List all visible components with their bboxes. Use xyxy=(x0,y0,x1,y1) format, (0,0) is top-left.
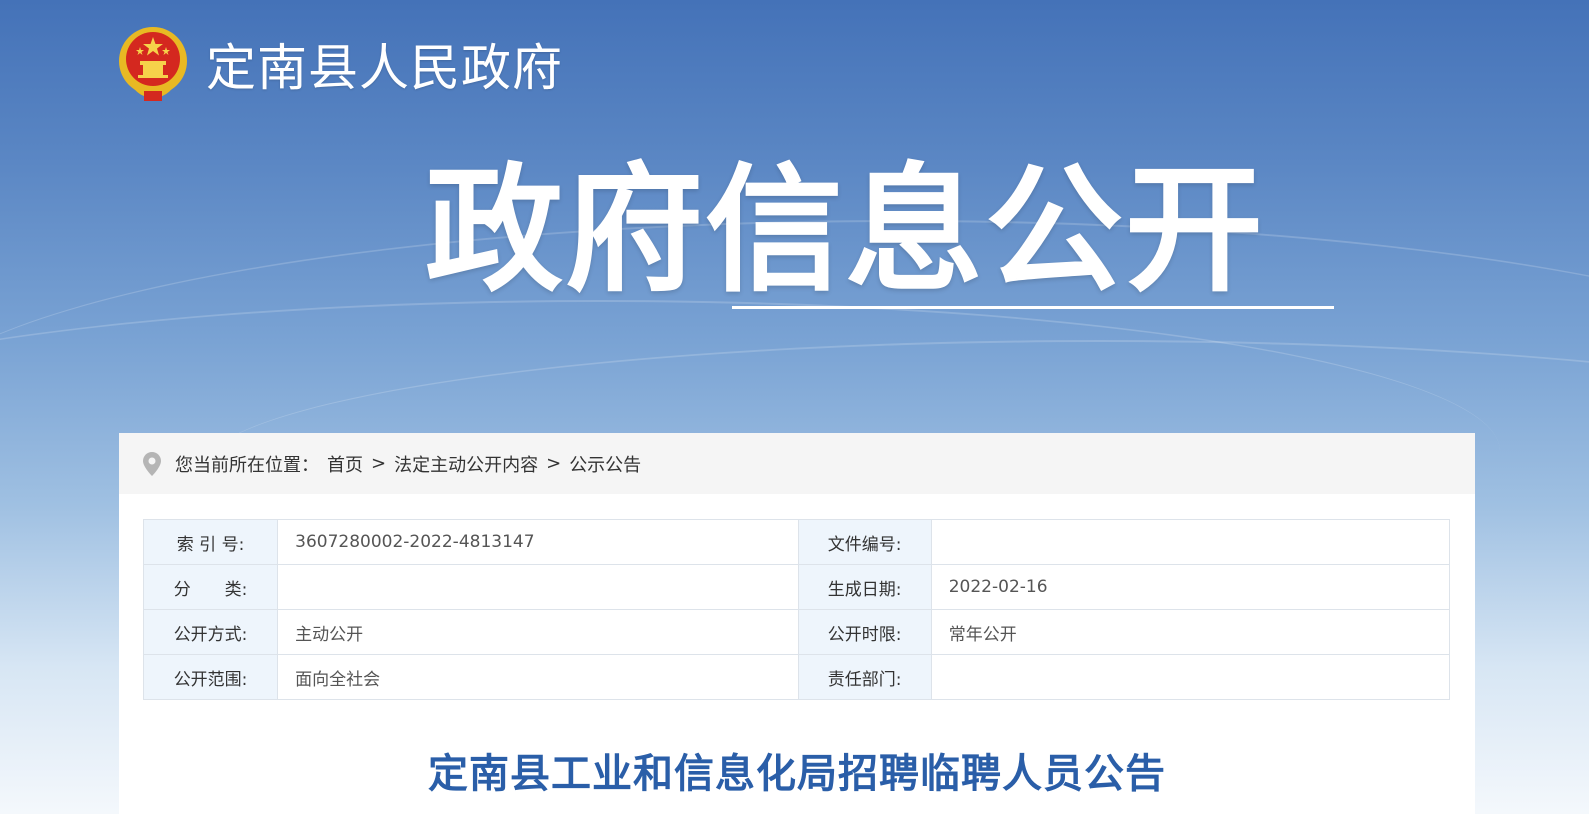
breadcrumb-separator: > xyxy=(546,453,562,474)
table-row: 索 引 号: 3607280002-2022-4813147 文件编号: xyxy=(142,519,1451,565)
value-category xyxy=(277,564,799,610)
breadcrumb-current-link[interactable]: 公示公告 xyxy=(569,451,641,477)
label-category: 分 类: xyxy=(142,564,279,610)
value-index-number: 3607280002-2022-4813147 xyxy=(277,519,799,565)
label-created-date: 生成日期: xyxy=(797,564,932,610)
content-panel: 您当前所在位置： 首页 > 法定主动公开内容 > 公示公告 索 引 号: 360… xyxy=(119,433,1475,814)
label-index-number: 索 引 号: xyxy=(142,519,279,565)
table-row: 分 类: 生成日期: 2022-02-16 xyxy=(142,564,1451,610)
value-disclosure-method: 主动公开 xyxy=(277,609,799,655)
document-info-table: 索 引 号: 3607280002-2022-4813147 文件编号: 分 类… xyxy=(142,519,1451,700)
value-responsible-dept xyxy=(930,654,1451,700)
value-file-number xyxy=(930,519,1451,565)
page: 定南县人民政府 政府信息公开 您当前所在位置： 首页 > 法定主动公开内容 > … xyxy=(0,0,1589,814)
label-file-number: 文件编号: xyxy=(797,519,932,565)
banner-underline xyxy=(732,306,1334,309)
site-header: 定南县人民政府 xyxy=(116,24,563,104)
label-disclosure-method: 公开方式: xyxy=(142,609,279,655)
document-title: 定南县工业和信息化局招聘临聘人员公告 xyxy=(428,751,1166,797)
value-created-date: 2022-02-16 xyxy=(930,564,1451,610)
table-row: 公开方式: 主动公开 公开时限: 常年公开 xyxy=(142,609,1451,655)
national-emblem-icon[interactable] xyxy=(116,25,190,103)
breadcrumb: 您当前所在位置： 首页 > 法定主动公开内容 > 公示公告 xyxy=(119,433,1475,494)
location-pin-icon xyxy=(143,451,161,476)
breadcrumb-prefix: 您当前所在位置： xyxy=(175,454,319,476)
value-disclosure-scope: 面向全社会 xyxy=(277,654,799,700)
banner-title: 政府信息公开 xyxy=(425,150,1266,311)
breadcrumb-category-link[interactable]: 法定主动公开内容 xyxy=(394,451,538,477)
site-name[interactable]: 定南县人民政府 xyxy=(206,28,563,100)
label-disclosure-period: 公开时限: xyxy=(797,609,932,655)
label-responsible-dept: 责任部门: xyxy=(797,654,932,700)
breadcrumb-separator: > xyxy=(371,453,387,474)
breadcrumb-home-link[interactable]: 首页 xyxy=(327,451,363,477)
value-disclosure-period: 常年公开 xyxy=(930,609,1451,655)
table-row: 公开范围: 面向全社会 责任部门: xyxy=(142,654,1451,700)
label-disclosure-scope: 公开范围: xyxy=(142,654,279,700)
